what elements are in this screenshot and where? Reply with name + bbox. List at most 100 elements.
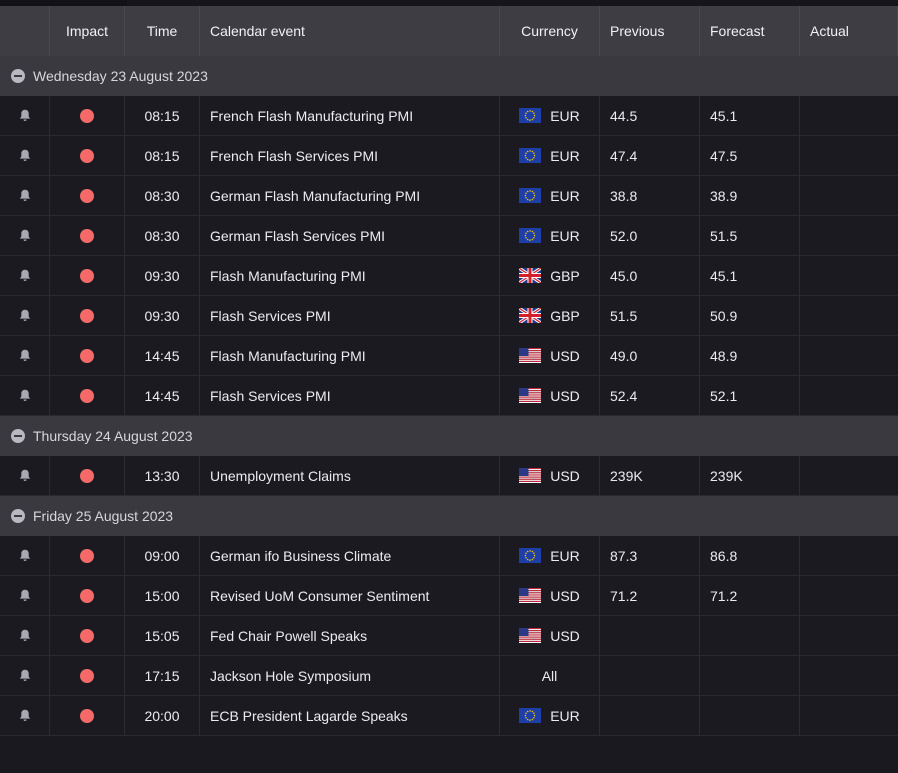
- forecast-cell: [700, 656, 800, 695]
- forecast-cell: 50.9: [700, 296, 800, 335]
- header-time[interactable]: Time: [125, 6, 200, 56]
- bell-icon[interactable]: [19, 189, 31, 202]
- forecast-cell: 45.1: [700, 96, 800, 135]
- date-group-header[interactable]: Friday 25 August 2023: [0, 496, 898, 536]
- collapse-minus-icon[interactable]: [11, 509, 25, 523]
- flag-eu-icon: [519, 708, 542, 723]
- event-name-cell[interactable]: German ifo Business Climate: [200, 536, 500, 575]
- previous-cell: 87.3: [600, 536, 700, 575]
- event-name-cell[interactable]: Revised UoM Consumer Sentiment: [200, 576, 500, 615]
- currency-cell: GBP: [500, 256, 600, 295]
- table-row[interactable]: 14:45 Flash Services PMI USD 52.4 52.1: [0, 376, 898, 416]
- table-row[interactable]: 08:15 French Flash Manufacturing PMI EUR 44…: [0, 96, 898, 136]
- table-body: Wednesday 23 August 2023 08:15 French Flas…: [0, 56, 898, 736]
- currency-cell: All: [500, 656, 600, 695]
- bell-icon[interactable]: [19, 709, 31, 722]
- event-name-cell[interactable]: Flash Services PMI: [200, 296, 500, 335]
- bell-icon[interactable]: [19, 589, 31, 602]
- high-impact-dot-icon: [80, 108, 94, 123]
- high-impact-dot-icon: [80, 148, 94, 163]
- forecast-cell: 48.9: [700, 336, 800, 375]
- high-impact-dot-icon: [80, 388, 94, 403]
- header-calendar-event[interactable]: Calendar event: [200, 6, 500, 56]
- bell-icon[interactable]: [19, 109, 31, 122]
- previous-cell: 49.0: [600, 336, 700, 375]
- collapse-minus-icon[interactable]: [11, 69, 25, 83]
- actual-cell: [800, 656, 898, 695]
- high-impact-dot-icon: [80, 628, 94, 643]
- time-cell: 08:30: [125, 176, 200, 215]
- impact-cell: [50, 456, 125, 495]
- bell-icon[interactable]: [19, 469, 31, 482]
- bell-icon[interactable]: [19, 309, 31, 322]
- collapse-minus-icon[interactable]: [11, 429, 25, 443]
- currency-code: GBP: [550, 307, 580, 324]
- table-row[interactable]: 15:00 Revised UoM Consumer Sentiment USD 71…: [0, 576, 898, 616]
- event-name-cell[interactable]: Unemployment Claims: [200, 456, 500, 495]
- event-name-cell[interactable]: Jackson Hole Symposium: [200, 656, 500, 695]
- event-name-cell[interactable]: German Flash Services PMI: [200, 216, 500, 255]
- table-row[interactable]: 20:00 ECB President Lagarde Speaks EUR: [0, 696, 898, 736]
- bell-icon[interactable]: [19, 229, 31, 242]
- currency-cell: EUR: [500, 536, 600, 575]
- date-group-header[interactable]: Wednesday 23 August 2023: [0, 56, 898, 96]
- forecast-cell: 86.8: [700, 536, 800, 575]
- table-row[interactable]: 08:15 French Flash Services PMI EUR 47.4 47.…: [0, 136, 898, 176]
- currency-cell: EUR: [500, 136, 600, 175]
- currency-cell: USD: [500, 576, 600, 615]
- table-row[interactable]: 13:30 Unemployment Claims USD 239K 239K: [0, 456, 898, 496]
- table-row[interactable]: 08:30 German Flash Services PMI EUR 52.0 51.…: [0, 216, 898, 256]
- time-cell: 13:30: [125, 456, 200, 495]
- header-forecast[interactable]: Forecast: [700, 6, 800, 56]
- flag-eu-icon: [519, 148, 542, 163]
- event-name-cell[interactable]: German Flash Manufacturing PMI: [200, 176, 500, 215]
- previous-cell: 71.2: [600, 576, 700, 615]
- bell-cell: [0, 536, 50, 575]
- bell-icon[interactable]: [19, 349, 31, 362]
- table-row[interactable]: 17:15 Jackson Hole Symposium All: [0, 656, 898, 696]
- bell-icon[interactable]: [19, 269, 31, 282]
- bell-cell: [0, 256, 50, 295]
- bell-icon[interactable]: [19, 389, 31, 402]
- date-group-header[interactable]: Thursday 24 August 2023: [0, 416, 898, 456]
- bell-icon[interactable]: [19, 149, 31, 162]
- event-name-cell[interactable]: Fed Chair Powell Speaks: [200, 616, 500, 655]
- impact-cell: [50, 376, 125, 415]
- bell-cell: [0, 616, 50, 655]
- table-row[interactable]: 09:30 Flash Manufacturing PMI GBP 45.0 45.1: [0, 256, 898, 296]
- table-row[interactable]: 09:30 Flash Services PMI GBP 51.5 50.9: [0, 296, 898, 336]
- actual-cell: [800, 576, 898, 615]
- high-impact-dot-icon: [80, 308, 94, 323]
- impact-cell: [50, 656, 125, 695]
- table-row[interactable]: 15:05 Fed Chair Powell Speaks USD: [0, 616, 898, 656]
- header-actual[interactable]: Actual: [800, 6, 898, 56]
- table-row[interactable]: 08:30 German Flash Manufacturing PMI EUR 38…: [0, 176, 898, 216]
- flag-eu-icon: [519, 108, 542, 123]
- bell-icon[interactable]: [19, 549, 31, 562]
- event-name-cell[interactable]: French Flash Manufacturing PMI: [200, 96, 500, 135]
- table-footer-space: [0, 736, 898, 773]
- event-name-cell[interactable]: Flash Manufacturing PMI: [200, 256, 500, 295]
- high-impact-dot-icon: [80, 268, 94, 283]
- actual-cell: [800, 216, 898, 255]
- event-name-cell[interactable]: ECB President Lagarde Speaks: [200, 696, 500, 735]
- table-row[interactable]: 14:45 Flash Manufacturing PMI USD 49.0 48.9: [0, 336, 898, 376]
- event-name-cell[interactable]: Flash Services PMI: [200, 376, 500, 415]
- bell-cell: [0, 576, 50, 615]
- impact-cell: [50, 576, 125, 615]
- time-cell: 08:15: [125, 136, 200, 175]
- flag-us-icon: [519, 468, 542, 483]
- time-cell: 20:00: [125, 696, 200, 735]
- table-row[interactable]: 09:00 German ifo Business Climate EUR 87.3 8…: [0, 536, 898, 576]
- bell-icon[interactable]: [19, 669, 31, 682]
- previous-cell: [600, 656, 700, 695]
- bell-icon[interactable]: [19, 629, 31, 642]
- header-impact[interactable]: Impact: [50, 6, 125, 56]
- flag-eu-icon: [519, 548, 542, 563]
- header-previous[interactable]: Previous: [600, 6, 700, 56]
- event-name-cell[interactable]: French Flash Services PMI: [200, 136, 500, 175]
- header-currency[interactable]: Currency: [500, 6, 600, 56]
- event-name-cell[interactable]: Flash Manufacturing PMI: [200, 336, 500, 375]
- economic-calendar-table: Impact Time Calendar event Currency Prev…: [0, 6, 898, 736]
- bell-cell: [0, 176, 50, 215]
